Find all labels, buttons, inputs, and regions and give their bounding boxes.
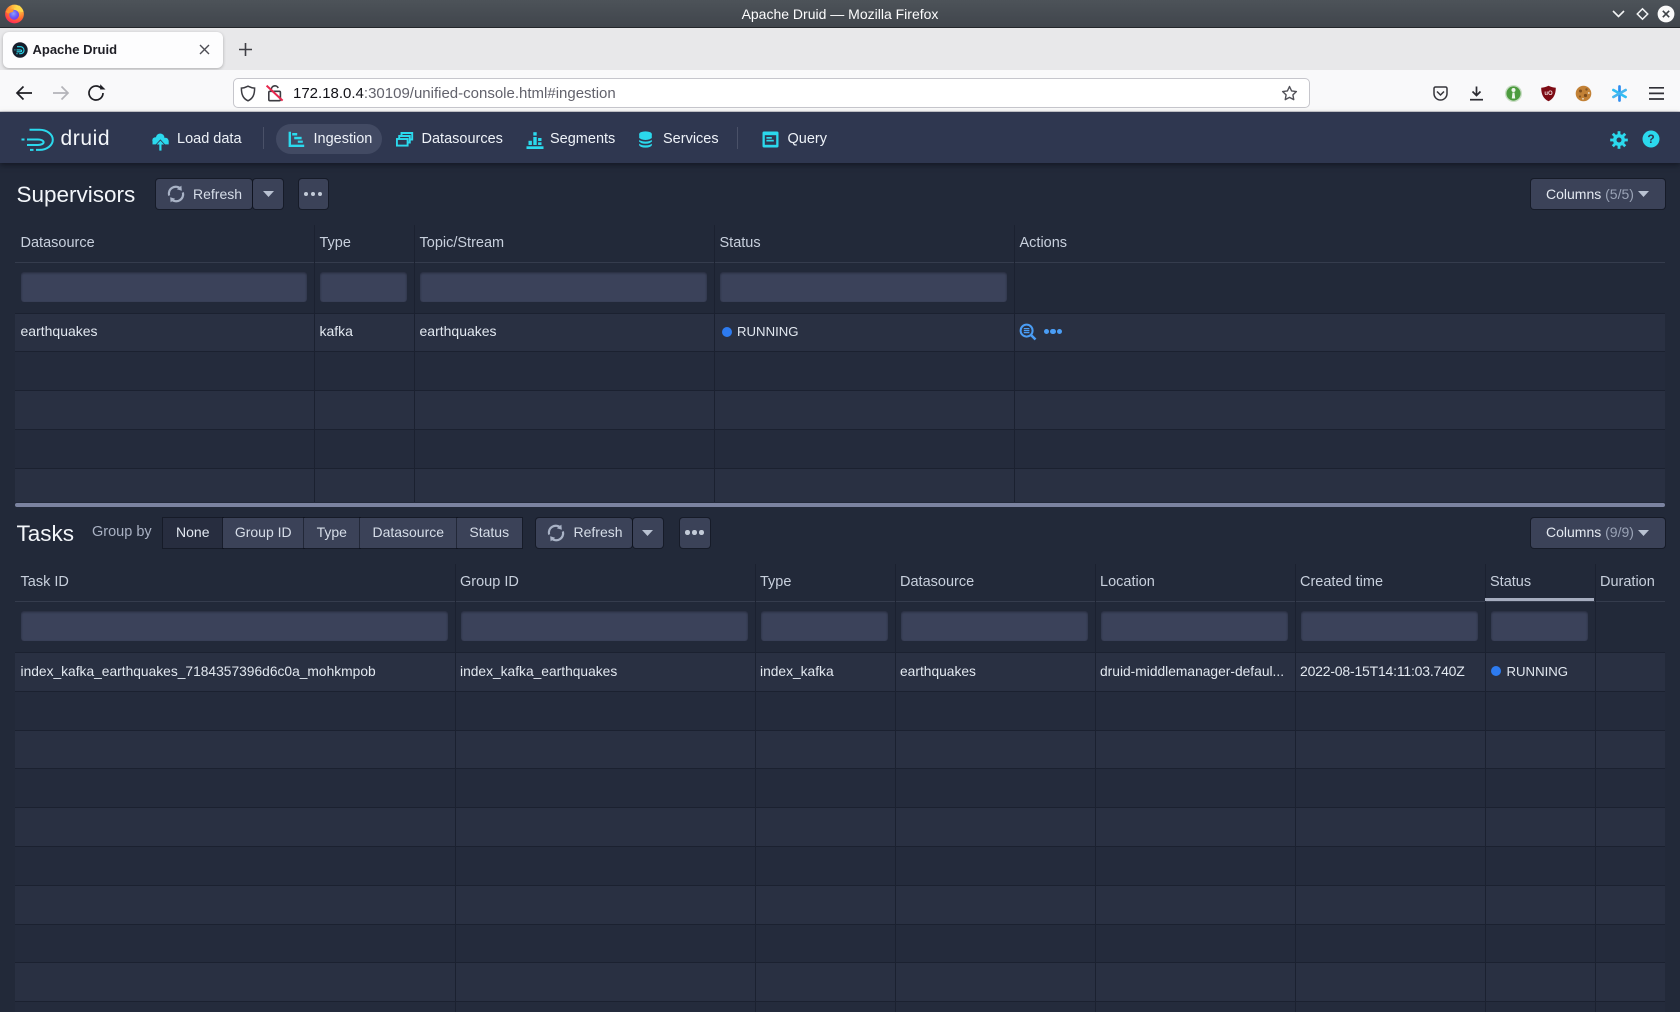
svg-text:?: ? <box>1647 132 1654 146</box>
svg-text:uO: uO <box>1544 91 1553 97</box>
